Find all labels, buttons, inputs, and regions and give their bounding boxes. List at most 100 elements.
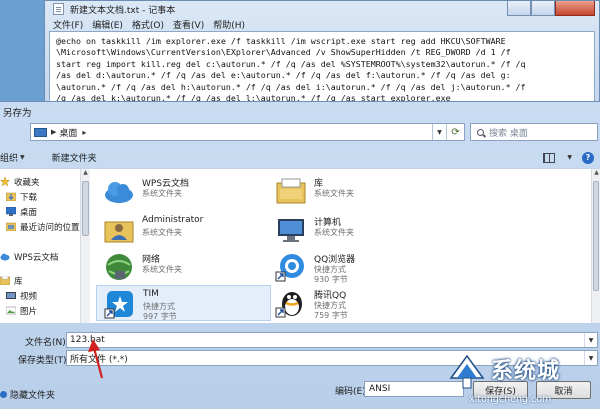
text-line: \autorun.* /f /q /as del h:\autorun.* /f… [56, 81, 526, 92]
chevron-down-icon[interactable]: ▼ [584, 333, 597, 347]
filename-input[interactable]: 123.bat ▼ [66, 332, 598, 348]
file-size: 930 字节 [314, 275, 348, 284]
breadcrumb-separator[interactable]: ▸ [82, 128, 86, 137]
nav-item-favorites[interactable]: 收藏夹 [0, 175, 40, 188]
chevron-down-icon[interactable]: ▼ [20, 154, 25, 161]
notepad-text-area[interactable]: @echo on taskkill /im explorer.exe /f ta… [49, 31, 595, 103]
text-line: /as del d:\autorun.* /f /q /as del e:\au… [56, 70, 511, 81]
filetype-label: 保存类型(T): [18, 356, 70, 366]
recent-places-icon [6, 222, 16, 231]
nav-label: 收藏夹 [14, 177, 40, 188]
nav-scrollbar[interactable]: ▲ [80, 169, 90, 323]
qq-browser-icon [275, 254, 304, 282]
file-item-library[interactable]: 库 系统文件夹 [268, 173, 443, 209]
menu-edit[interactable]: 编辑(E) [92, 18, 123, 31]
file-type: 系统文件夹 [142, 228, 182, 237]
menu-help[interactable]: 帮助(H) [213, 18, 245, 31]
help-icon[interactable]: ? [582, 151, 594, 164]
file-type: 系统文件夹 [314, 189, 354, 198]
text-line: @echo on taskkill /im explorer.exe /f ta… [56, 36, 506, 46]
file-type: 系统文件夹 [142, 189, 182, 198]
watermark-brand: 系统城 [491, 359, 561, 384]
refresh-icon[interactable]: ⟳ [446, 124, 464, 140]
file-list-scrollbar[interactable]: ▲ [591, 169, 600, 323]
nav-label: 图片 [20, 306, 38, 317]
search-box[interactable]: 搜索 桌面 [470, 123, 598, 141]
chevron-down-icon[interactable]: ▼ [567, 154, 572, 161]
watermark: 系统城 xitongcheng.com [445, 352, 600, 409]
desktop-icon [6, 207, 16, 216]
search-placeholder: 搜索 桌面 [489, 128, 528, 139]
notepad-menubar: 文件(F) 编辑(E) 格式(O) 查看(V) 帮助(H) [53, 17, 245, 31]
breadcrumb-arrow-icon[interactable]: ▶ [51, 128, 56, 136]
navigation-pane: 收藏夹 下载 桌面 最近访问的位置 WPS云文档 库 视频 图片 ▲ [0, 169, 91, 323]
nav-item-recent-places[interactable]: 最近访问的位置 [6, 220, 80, 233]
nav-label: 最近访问的位置 [20, 222, 80, 233]
collapse-icon [0, 391, 7, 398]
nav-item-desktop[interactable]: 桌面 [6, 205, 37, 218]
file-scroll-thumb[interactable] [593, 181, 599, 291]
close-button[interactable] [555, 1, 595, 16]
user-folder-icon [104, 221, 134, 243]
notepad-window: 新建文本文档.txt - 记事本 文件(F) 编辑(E) 格式(O) 查看(V)… [44, 0, 600, 104]
minimize-button[interactable] [507, 1, 531, 16]
file-item-computer[interactable]: 计算机 系统文件夹 [268, 212, 443, 248]
window-controls [507, 1, 595, 16]
file-size: 759 字节 [314, 311, 348, 320]
address-dropdown-icon[interactable]: ▼ [432, 124, 446, 140]
hide-folders-label: 隐藏文件夹 [10, 391, 56, 401]
picture-icon [6, 306, 16, 315]
network-icon [106, 254, 132, 280]
breadcrumb-location[interactable]: 桌面 [59, 126, 77, 139]
nav-label: 视频 [20, 291, 38, 302]
filename-label: 文件名(N): [25, 338, 69, 348]
nav-label: 下载 [20, 192, 38, 203]
file-name: Administrator [142, 215, 204, 225]
file-item-qq-browser[interactable]: QQ浏览器 快捷方式 930 字节 [268, 249, 443, 285]
nav-item-downloads[interactable]: 下载 [6, 190, 37, 203]
search-icon [477, 128, 484, 136]
menu-view[interactable]: 查看(V) [173, 18, 204, 31]
file-size: 997 字节 [143, 312, 177, 321]
file-item-administrator[interactable]: Administrator 系统文件夹 [96, 212, 271, 248]
file-item-network[interactable]: 网络 系统文件夹 [96, 249, 271, 285]
menu-file[interactable]: 文件(F) [53, 18, 83, 31]
hide-folders-toggle[interactable]: 隐藏文件夹 [0, 388, 55, 401]
organize-button[interactable]: 组织 [0, 151, 18, 164]
watermark-logo-icon [449, 354, 485, 389]
nav-item-pictures[interactable]: 图片 [6, 304, 37, 317]
annotation-arrow-icon [88, 339, 104, 379]
nav-item-videos[interactable]: 视频 [6, 289, 37, 302]
cloud-icon [0, 253, 10, 261]
nav-scroll-thumb[interactable] [82, 181, 89, 236]
text-line: start reg import kill.reg del c:\autorun… [56, 58, 526, 69]
dialog-title: 另存为 [3, 108, 32, 119]
toolbar: 组织 ▼ 新建文件夹 ▼ ? [0, 148, 600, 167]
new-folder-button[interactable]: 新建文件夹 [52, 151, 97, 164]
nav-label: 桌面 [20, 207, 38, 218]
file-item-tencent-qq[interactable]: 腾讯QQ 快捷方式 759 字节 [268, 285, 443, 321]
nav-item-wps-cloud[interactable]: WPS云文档 [0, 250, 58, 263]
video-icon [6, 292, 16, 299]
scroll-up-icon[interactable]: ▲ [81, 169, 90, 179]
file-item-tim[interactable]: TIM 快捷方式 997 字节 [96, 285, 271, 321]
notepad-icon [53, 3, 64, 15]
nav-label: 库 [14, 276, 23, 287]
nav-item-libraries[interactable]: 库 [0, 274, 23, 287]
menu-format[interactable]: 格式(O) [132, 18, 164, 31]
scroll-up-icon[interactable]: ▲ [592, 169, 600, 179]
notepad-titlebar: 新建文本文档.txt - 记事本 [53, 1, 175, 17]
maximize-button[interactable] [531, 1, 555, 16]
notepad-title: 新建文本文档.txt - 记事本 [70, 5, 176, 16]
wps-cloud-icon [105, 182, 133, 203]
view-options-icon[interactable] [543, 152, 556, 163]
address-bar[interactable]: ▶ 桌面 ▸ ▼ ⟳ [30, 123, 465, 141]
qq-penguin-icon [275, 292, 302, 318]
library-icon [276, 178, 306, 204]
download-folder-icon [6, 192, 16, 201]
file-list: WPS云文档 系统文件夹 库 系统文件夹 Administrator 系统文件夹… [91, 169, 600, 323]
encoding-value: ANSI [369, 384, 391, 394]
star-icon [0, 177, 10, 186]
file-item-wps-cloud[interactable]: WPS云文档 系统文件夹 [96, 173, 271, 209]
browser-body: 收藏夹 下载 桌面 最近访问的位置 WPS云文档 库 视频 图片 ▲ WPS云文… [0, 168, 600, 323]
